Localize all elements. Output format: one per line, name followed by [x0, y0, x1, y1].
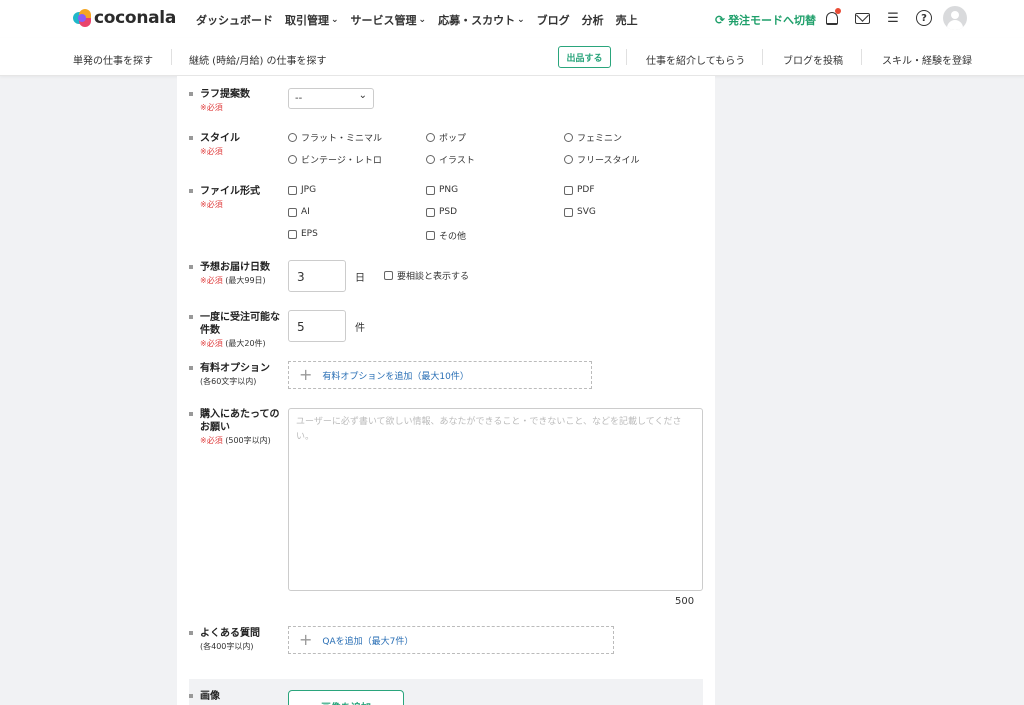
format-check-png[interactable]: PNG	[426, 185, 458, 195]
nav-applications[interactable]: 応募・スカウト	[438, 12, 525, 28]
service-form-panel: ラフ提案数 ※必須 -- スタイル ※必須 フラット・ミニマル ポップ フェミニ…	[177, 76, 715, 705]
bell-icon[interactable]	[823, 8, 841, 27]
main-nav: ダッシュボード 取引管理 サービス管理 応募・スカウト ブログ 分析 売上	[196, 12, 638, 28]
help-icon[interactable]: ?	[915, 9, 933, 27]
style-radio-feminine[interactable]: フェミニン	[564, 131, 622, 144]
avatar[interactable]	[943, 6, 967, 30]
format-check-eps[interactable]: EPS	[288, 229, 318, 239]
format-check-psd[interactable]: PSD	[426, 207, 457, 217]
logo-text: coconala	[94, 8, 176, 28]
refresh-icon: ⟳	[715, 13, 726, 27]
request-label: 購入にあたってのお願い ※必須 (500字以内)	[189, 408, 281, 447]
plus-icon: +	[299, 365, 313, 384]
max-orders-input[interactable]: 5	[288, 310, 346, 342]
nav-services[interactable]: サービス管理	[351, 12, 427, 28]
coconala-logo[interactable]: coconala	[73, 8, 176, 28]
divider	[762, 49, 763, 65]
style-radio-pop[interactable]: ポップ	[426, 131, 466, 144]
mail-icon[interactable]	[853, 9, 871, 27]
paid-options-label: 有料オプション (各60文字以内)	[189, 362, 279, 388]
format-check-ai[interactable]: AI	[288, 207, 310, 217]
top-header: coconala ダッシュボード 取引管理 サービス管理 応募・スカウト ブログ…	[0, 0, 1024, 38]
nav-analytics[interactable]: 分析	[582, 12, 604, 28]
post-service-button[interactable]: 出品する	[558, 46, 611, 68]
nav-sales[interactable]: 売上	[616, 12, 638, 28]
add-faq-button[interactable]: + QAを追加（最大7件）	[288, 626, 614, 654]
image-section: 画像 画像を追加	[189, 679, 703, 705]
nav-transactions[interactable]: 取引管理	[285, 12, 339, 28]
char-counter: 500	[675, 596, 695, 607]
nav-dashboard[interactable]: ダッシュボード	[196, 12, 273, 28]
delivery-days-unit: 日	[355, 273, 365, 284]
nav-blog[interactable]: ブログ	[537, 12, 570, 28]
subnav-refer[interactable]: 仕事を紹介してもらう	[646, 52, 745, 67]
subnav-skills[interactable]: スキル・経験を登録	[882, 52, 972, 67]
delivery-days-label: 予想お届け日数 ※必須 (最大99日)	[189, 261, 279, 287]
request-textarea[interactable]: ユーザーに必ず書いて欲しい情報、あなたができること・できないこと、などを記載して…	[288, 408, 703, 591]
subnav-continuous-job[interactable]: 継続 (時給/月給) の仕事を探す	[189, 52, 327, 67]
consult-checkbox[interactable]: 要相談と表示する	[384, 269, 469, 282]
format-check-jpg[interactable]: JPG	[288, 185, 316, 195]
mode-switch-link[interactable]: ⟳ 発注モードへ切替	[715, 12, 816, 28]
sub-nav: 単発の仕事を探す 継続 (時給/月給) の仕事を探す 出品する 仕事を紹介しても…	[0, 38, 1024, 76]
format-check-other[interactable]: その他	[426, 229, 466, 242]
rough-count-select[interactable]: --	[288, 88, 374, 109]
divider	[171, 49, 172, 65]
rough-count-label: ラフ提案数 ※必須	[189, 88, 279, 114]
subnav-single-job[interactable]: 単発の仕事を探す	[73, 52, 153, 67]
style-label: スタイル ※必須	[189, 132, 279, 158]
faq-label: よくある質問 (各400字以内)	[189, 627, 279, 653]
divider	[861, 49, 862, 65]
add-image-button[interactable]: 画像を追加	[288, 690, 404, 705]
style-radio-illustration[interactable]: イラスト	[426, 153, 475, 166]
delivery-days-input[interactable]: 3	[288, 260, 346, 292]
image-label: 画像	[189, 690, 279, 703]
max-orders-label: 一度に受注可能な件数 ※必須 (最大20件)	[189, 311, 281, 350]
file-format-label: ファイル形式 ※必須	[189, 185, 279, 211]
divider	[626, 49, 627, 65]
style-radio-vintage[interactable]: ビンテージ・レトロ	[288, 153, 382, 166]
logo-mark-icon	[73, 9, 91, 27]
style-radio-free[interactable]: フリースタイル	[564, 153, 640, 166]
max-orders-unit: 件	[355, 323, 365, 334]
add-paid-option-button[interactable]: + 有料オプションを追加（最大10件）	[288, 361, 592, 389]
style-radio-flat[interactable]: フラット・ミニマル	[288, 131, 382, 144]
subnav-blog-post[interactable]: ブログを投稿	[783, 52, 843, 67]
notification-dot	[835, 8, 841, 14]
mode-switch-label: 発注モードへ切替	[728, 14, 817, 27]
format-check-pdf[interactable]: PDF	[564, 185, 595, 195]
plus-icon: +	[299, 630, 313, 649]
todo-list-icon[interactable]: ☰	[884, 9, 902, 27]
format-check-svg[interactable]: SVG	[564, 207, 596, 217]
